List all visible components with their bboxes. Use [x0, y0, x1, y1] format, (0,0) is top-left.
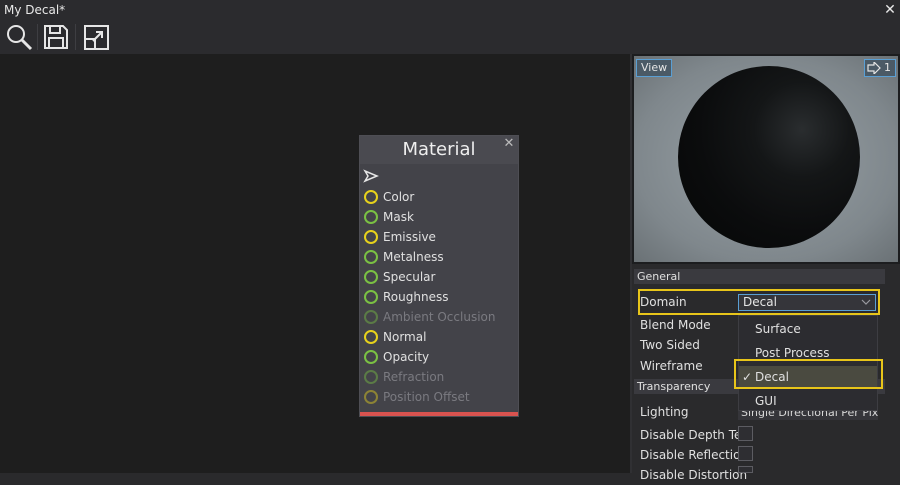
port-label: Ambient Occlusion: [383, 310, 496, 324]
show-in-explorer-button[interactable]: [82, 23, 112, 51]
dropdown-option-label: Surface: [755, 322, 801, 336]
port-roughness[interactable]: Roughness: [363, 288, 513, 306]
search-button[interactable]: [4, 23, 34, 51]
material-preview[interactable]: View 1: [632, 54, 900, 264]
title-bar: My Decal* ✕: [0, 0, 900, 20]
toolbar-separator: [75, 24, 76, 50]
port-connector-icon[interactable]: [364, 190, 378, 204]
port-label: Refraction: [383, 370, 445, 384]
material-graph-canvas[interactable]: [0, 54, 630, 473]
lighting-label: Lighting: [640, 405, 689, 419]
chevron-down-icon: [861, 299, 871, 305]
port-label: Position Offset: [383, 390, 470, 404]
port-specular[interactable]: Specular: [363, 268, 513, 286]
port-label: Specular: [383, 270, 436, 284]
port-connector-icon[interactable]: [364, 210, 378, 224]
port-refraction[interactable]: Refraction: [363, 368, 513, 386]
port-connector-icon[interactable]: [364, 270, 378, 284]
disable-reflection-label: Disable Reflection: [640, 448, 749, 462]
disable-reflection-checkbox[interactable]: [738, 446, 753, 461]
port-label: Metalness: [383, 250, 444, 264]
close-window-button[interactable]: ✕: [883, 0, 897, 20]
port-emissive[interactable]: Emissive: [363, 228, 513, 246]
preview-viewport[interactable]: [634, 56, 898, 262]
save-icon: [44, 25, 68, 49]
port-label: Opacity: [383, 350, 430, 364]
port-opacity[interactable]: Opacity: [363, 348, 513, 366]
port-label: Emissive: [383, 230, 436, 244]
view-button[interactable]: View: [636, 59, 673, 77]
preview-sphere: [678, 66, 860, 248]
toolbar: [0, 20, 900, 54]
port-label: Mask: [383, 210, 414, 224]
node-accent-bar: [360, 412, 518, 416]
wireframe-label: Wireframe: [640, 359, 703, 373]
two-sided-label: Two Sided: [640, 338, 700, 352]
section-general[interactable]: General: [634, 269, 885, 284]
port-normal[interactable]: Normal: [363, 328, 513, 346]
search-icon: [7, 25, 33, 51]
port-label: Normal: [383, 330, 427, 344]
port-connector-icon[interactable]: [364, 370, 378, 384]
dropdown-option-label: GUI: [755, 394, 777, 408]
dropdown-option-surface[interactable]: Surface: [739, 318, 877, 340]
domain-dropdown[interactable]: Decal: [738, 294, 876, 311]
arrow-right-icon: [867, 62, 881, 74]
prop-disable-reflection: Disable Reflection: [632, 445, 900, 465]
blend-mode-label: Blend Mode: [640, 318, 711, 332]
node-title: Material: [360, 136, 518, 164]
dropdown-option-gui[interactable]: GUI: [739, 390, 877, 412]
disable-depth-test-label: Disable Depth Tes: [640, 428, 748, 442]
port-connector-icon[interactable]: [364, 390, 378, 404]
port-connector-icon[interactable]: [364, 330, 378, 344]
show-in-explorer-icon: [84, 25, 109, 50]
domain-value: Decal: [743, 295, 777, 309]
port-connector-icon[interactable]: [364, 290, 378, 304]
node-close-button[interactable]: ✕: [502, 136, 516, 152]
port-ambient-occlusion[interactable]: Ambient Occlusion: [363, 308, 513, 326]
toolbar-separator: [37, 24, 38, 50]
prop-disable-depth-test: Disable Depth Tes: [632, 425, 900, 445]
preview-count: 1: [884, 61, 891, 74]
disable-depth-test-checkbox[interactable]: [738, 426, 753, 441]
port-label: Roughness: [383, 290, 449, 304]
preview-model-button[interactable]: 1: [864, 59, 896, 77]
port-metalness[interactable]: Metalness: [363, 248, 513, 266]
port-connector-icon[interactable]: [364, 230, 378, 244]
port-connector-icon[interactable]: [364, 250, 378, 264]
material-node[interactable]: Material ✕ Color Mask Emissive Metalness Spe…: [359, 135, 519, 417]
port-mask[interactable]: Mask: [363, 208, 513, 226]
port-position-offset[interactable]: Position Offset: [363, 388, 513, 406]
selected-option-highlight: [734, 359, 883, 389]
disable-distortion-label: Disable Distortion: [640, 468, 748, 482]
port-connector-icon[interactable]: [364, 350, 378, 364]
port-connector-icon[interactable]: [364, 310, 378, 324]
port-label: Color: [383, 190, 415, 204]
disable-distortion-checkbox[interactable]: [738, 466, 753, 473]
port-color[interactable]: Color: [363, 188, 513, 206]
prop-disable-distortion: Disable Distortion: [632, 465, 900, 485]
window-title: My Decal*: [4, 3, 66, 17]
save-button[interactable]: [41, 23, 71, 51]
output-arrow-icon[interactable]: [363, 169, 379, 183]
